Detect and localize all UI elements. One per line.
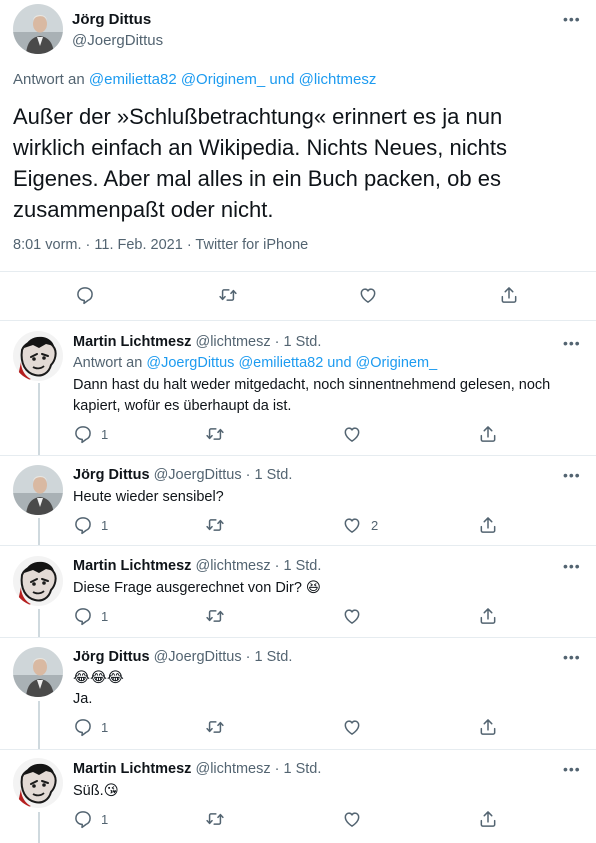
- reply-count: 1: [101, 812, 109, 827]
- avatar[interactable]: [13, 4, 63, 54]
- thread-connector-line: [38, 383, 40, 455]
- reply-mentions-link[interactable]: @JoergDittus @emilietta82 und @Originem_: [146, 355, 437, 371]
- avatar-image: [13, 331, 63, 381]
- share-icon[interactable]: [478, 717, 498, 737]
- author-name[interactable]: Jörg Dittus: [73, 649, 150, 665]
- more-options-icon[interactable]: •••: [563, 559, 581, 573]
- reply-context: Antwort an @emilietta82 @Originem_ und @…: [13, 71, 376, 88]
- like-count: 2: [371, 518, 379, 533]
- reply-icon[interactable]: [75, 285, 95, 305]
- more-options-icon[interactable]: •••: [563, 762, 581, 776]
- share-icon[interactable]: [499, 285, 519, 305]
- divider: [0, 455, 596, 456]
- share-icon[interactable]: [478, 809, 498, 829]
- reply-text: Diese Frage ausgerechnet von Dir? 😆: [73, 580, 322, 596]
- avatar-image: [13, 4, 63, 54]
- avatar-image: [13, 647, 63, 697]
- reply-emoji-text: 😂😂😂: [73, 670, 124, 686]
- reply-count: 1: [101, 518, 109, 533]
- more-options-icon[interactable]: •••: [563, 468, 581, 482]
- tweet-timestamp[interactable]: 8:01 vorm. · 11. Feb. 2021 ·: [13, 237, 195, 253]
- tweet-source-link[interactable]: Twitter for iPhone: [195, 237, 308, 253]
- thread-connector-line: [38, 812, 40, 843]
- thread-connector-line: [38, 609, 40, 638]
- share-icon[interactable]: [478, 424, 498, 444]
- reply-context: Antwort an @JoergDittus @emilietta82 und…: [73, 355, 437, 371]
- like-icon[interactable]: [342, 424, 362, 444]
- reply-count: 1: [101, 609, 109, 624]
- avatar[interactable]: [13, 556, 63, 606]
- retweet-icon[interactable]: [205, 717, 225, 737]
- handle-and-time[interactable]: @lichtmesz · 1 Std.: [195, 761, 321, 777]
- more-options-icon[interactable]: •••: [563, 12, 581, 26]
- reply-header: Martin Lichtmesz @lichtmesz · 1 Std.: [73, 558, 321, 574]
- retweet-icon[interactable]: [218, 285, 238, 305]
- divider: [0, 320, 596, 321]
- reply-header: Jörg Dittus @JoergDittus · 1 Std.: [73, 467, 292, 483]
- handle-and-time[interactable]: @JoergDittus · 1 Std.: [154, 649, 293, 665]
- like-icon[interactable]: [342, 606, 362, 626]
- like-icon[interactable]: [342, 809, 362, 829]
- author-name[interactable]: Jörg Dittus: [73, 467, 150, 483]
- more-options-icon[interactable]: •••: [563, 336, 581, 350]
- divider: [0, 271, 596, 272]
- reply-text: Ja.: [73, 691, 93, 707]
- handle-and-time[interactable]: @JoergDittus · 1 Std.: [154, 467, 293, 483]
- author-handle[interactable]: @JoergDittus: [72, 32, 163, 49]
- reply-text: Süß.😘: [73, 783, 119, 799]
- like-icon[interactable]: [342, 515, 362, 535]
- reply-count: 1: [101, 720, 109, 735]
- reply-icon[interactable]: [73, 424, 93, 444]
- reply-icon[interactable]: [73, 717, 93, 737]
- avatar[interactable]: [13, 465, 63, 515]
- avatar-image: [13, 465, 63, 515]
- reply-prefix: Antwort an: [13, 71, 85, 88]
- like-icon[interactable]: [358, 285, 378, 305]
- author-name[interactable]: Jörg Dittus: [72, 11, 151, 28]
- retweet-icon[interactable]: [205, 515, 225, 535]
- avatar[interactable]: [13, 758, 63, 808]
- more-options-icon[interactable]: •••: [563, 650, 581, 664]
- author-name[interactable]: Martin Lichtmesz: [73, 761, 191, 777]
- retweet-icon[interactable]: [205, 809, 225, 829]
- reply-header: Martin Lichtmesz @lichtmesz · 1 Std.: [73, 334, 321, 350]
- like-icon[interactable]: [342, 717, 362, 737]
- divider: [0, 637, 596, 638]
- reply-prefix: Antwort an: [73, 355, 143, 371]
- retweet-icon[interactable]: [205, 424, 225, 444]
- thread-connector-line: [38, 701, 40, 749]
- reply-icon[interactable]: [73, 606, 93, 626]
- retweet-icon[interactable]: [205, 606, 225, 626]
- avatar-image: [13, 758, 63, 808]
- reply-mentions-link[interactable]: @emilietta82 @Originem_ und @lichtmesz: [89, 71, 376, 88]
- author-name[interactable]: Martin Lichtmesz: [73, 334, 191, 350]
- reply-count: 1: [101, 427, 109, 442]
- tweet-text: Außer der »Schlußbetrachtung« erinnert e…: [13, 104, 507, 222]
- handle-and-time[interactable]: @lichtmesz · 1 Std.: [195, 558, 321, 574]
- avatar[interactable]: [13, 647, 63, 697]
- share-icon[interactable]: [478, 606, 498, 626]
- avatar-image: [13, 556, 63, 606]
- reply-icon[interactable]: [73, 809, 93, 829]
- reply-header: Martin Lichtmesz @lichtmesz · 1 Std.: [73, 761, 321, 777]
- thread-connector-line: [38, 518, 40, 545]
- tweet-meta: 8:01 vorm. · 11. Feb. 2021 · Twitter for…: [13, 237, 308, 253]
- reply-icon[interactable]: [73, 515, 93, 535]
- author-name[interactable]: Martin Lichtmesz: [73, 558, 191, 574]
- reply-text: Heute wieder sensibel?: [73, 489, 224, 505]
- divider: [0, 749, 596, 750]
- reply-text: Dann hast du halt weder mitgedacht, noch…: [73, 377, 551, 414]
- divider: [0, 545, 596, 546]
- share-icon[interactable]: [478, 515, 498, 535]
- handle-and-time[interactable]: @lichtmesz · 1 Std.: [195, 334, 321, 350]
- avatar[interactable]: [13, 331, 63, 381]
- reply-header: Jörg Dittus @JoergDittus · 1 Std.: [73, 649, 292, 665]
